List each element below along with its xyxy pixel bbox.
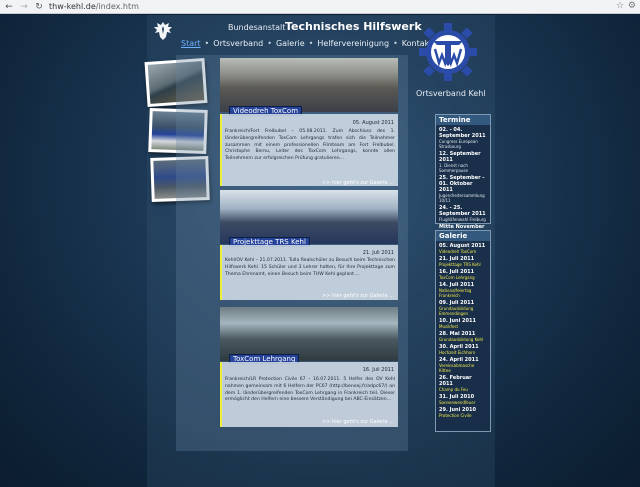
federal-eagle-icon xyxy=(154,22,172,40)
page-background: Bundesanstalt Technisches Hilfswerk Star… xyxy=(0,15,640,487)
article-text: Kehl/OV Kehl – 21.07.2011. Tulla Realsch… xyxy=(225,258,395,277)
galerie-item[interactable]: 05. August 2011 Videodreh ToxCom xyxy=(436,243,490,254)
article-text: Frankreich/LR Protection Civile 67 – 16.… xyxy=(225,377,395,403)
accent-bar xyxy=(220,245,222,300)
galerie-item[interactable]: 10. Juni 2011 Musikfest xyxy=(436,318,490,329)
gallery-link[interactable]: >> hier geht's zur Galerie ... xyxy=(322,419,394,425)
reload-icon[interactable]: ↻ xyxy=(33,1,45,13)
news-article: Projekttage TRS Kehl 21. Juli 2011 Kehl/… xyxy=(220,190,398,300)
menu-item-ortsverband[interactable]: Ortsverband xyxy=(210,39,266,48)
article-photo[interactable] xyxy=(220,58,398,112)
article-date: 16. Juli 2011 xyxy=(362,367,394,373)
galerie-item[interactable]: 28. Mai 2011 Grundausbildung Kehl xyxy=(436,331,490,342)
galerie-heading: Galerie xyxy=(436,231,490,241)
main-menu: Start • Ortsverband • Galerie • Helferve… xyxy=(178,39,435,48)
article-photo[interactable] xyxy=(220,190,398,244)
gallery-link[interactable]: >> hier geht's zur Galerie ... xyxy=(322,180,394,186)
article-text: Frankreich/Fort Frelbubel – 05.08.2011. … xyxy=(225,129,395,162)
galerie-item[interactable]: 21. Juli 2011 Projekttage TRS Kehl xyxy=(436,256,490,267)
termin-item[interactable]: 25. September - 01. Oktober 2011 Jugendre… xyxy=(436,175,490,203)
galerie-item[interactable]: 16. Juli 2011 ToxCom Lehrgang xyxy=(436,269,490,280)
article-date: 21. Juli 2011 xyxy=(362,250,394,256)
back-arrow-icon[interactable]: ← xyxy=(3,1,15,13)
galerie-item[interactable]: 24. April 2011 Vereinsabmasche Kittee xyxy=(436,357,490,373)
accent-bar xyxy=(220,362,222,427)
termin-item[interactable]: 02. - 04. September 2011 Congress Europea… xyxy=(436,127,490,149)
article-date: 05. August 2011 xyxy=(352,120,394,126)
thw-logo[interactable] xyxy=(415,19,481,85)
termine-heading: Termine xyxy=(436,115,490,125)
galerie-item[interactable]: 31. Juli 2010 Sonnenwendfeuer xyxy=(436,394,490,405)
galerie-item[interactable]: 26. Februar 2011 Champ du Feu xyxy=(436,375,490,392)
browser-toolbar: ← → ↻ thw-kehl.de/index.htm ☆ ⚙ xyxy=(0,0,640,14)
galerie-item[interactable]: 14. Juli 2011 Nationalfeiertag Frankreich xyxy=(436,282,490,298)
galerie-item[interactable]: 09. Juli 2011 Grundausbildung Emmendingen xyxy=(436,300,490,316)
menu-item-helfervereinigung[interactable]: Helfervereinigung xyxy=(314,39,392,48)
menu-item-galerie[interactable]: Galerie xyxy=(273,39,308,48)
gallery-link[interactable]: >> hier geht's zur Galerie ... xyxy=(322,293,394,299)
url-host: thw-kehl.de xyxy=(49,2,96,11)
bundesanstalt-label: Bundesanstalt xyxy=(228,23,286,32)
menu-item-start[interactable]: Start xyxy=(178,39,204,48)
address-bar[interactable]: thw-kehl.de/index.htm xyxy=(49,2,139,11)
url-path: /index.htm xyxy=(95,2,139,11)
forward-arrow-icon[interactable]: → xyxy=(18,1,30,13)
galerie-item[interactable]: 30. April 2011 Hochzeit Eichhorn xyxy=(436,344,490,355)
termine-box: Termine 02. - 04. September 2011 Congress… xyxy=(435,114,491,246)
ortsverband-label: Ortsverband Kehl xyxy=(416,89,486,98)
wrench-icon[interactable]: ⚙ xyxy=(628,1,636,11)
article-photo[interactable] xyxy=(220,307,398,361)
news-article: Videodreh ToxCom 05. August 2011 Frankre… xyxy=(220,58,398,186)
bookmark-star-icon[interactable]: ☆ xyxy=(616,1,624,11)
site-title: Technisches Hilfswerk xyxy=(285,20,422,33)
termin-item[interactable]: 24. - 25. September 2011 Flughäfenwahl Fr… xyxy=(436,205,490,222)
termin-item[interactable]: 12. September 2011 1. Dienst nach Sommerp… xyxy=(436,151,490,173)
accent-bar xyxy=(220,114,222,186)
galerie-item[interactable]: 29. Juni 2010 Protection Civile xyxy=(436,407,490,418)
news-article: ToxCom Lehrgang 16. Juli 2011 Frankreich… xyxy=(220,307,398,427)
galerie-box: Galerie 05. August 2011 Videodreh ToxCom … xyxy=(435,230,491,432)
